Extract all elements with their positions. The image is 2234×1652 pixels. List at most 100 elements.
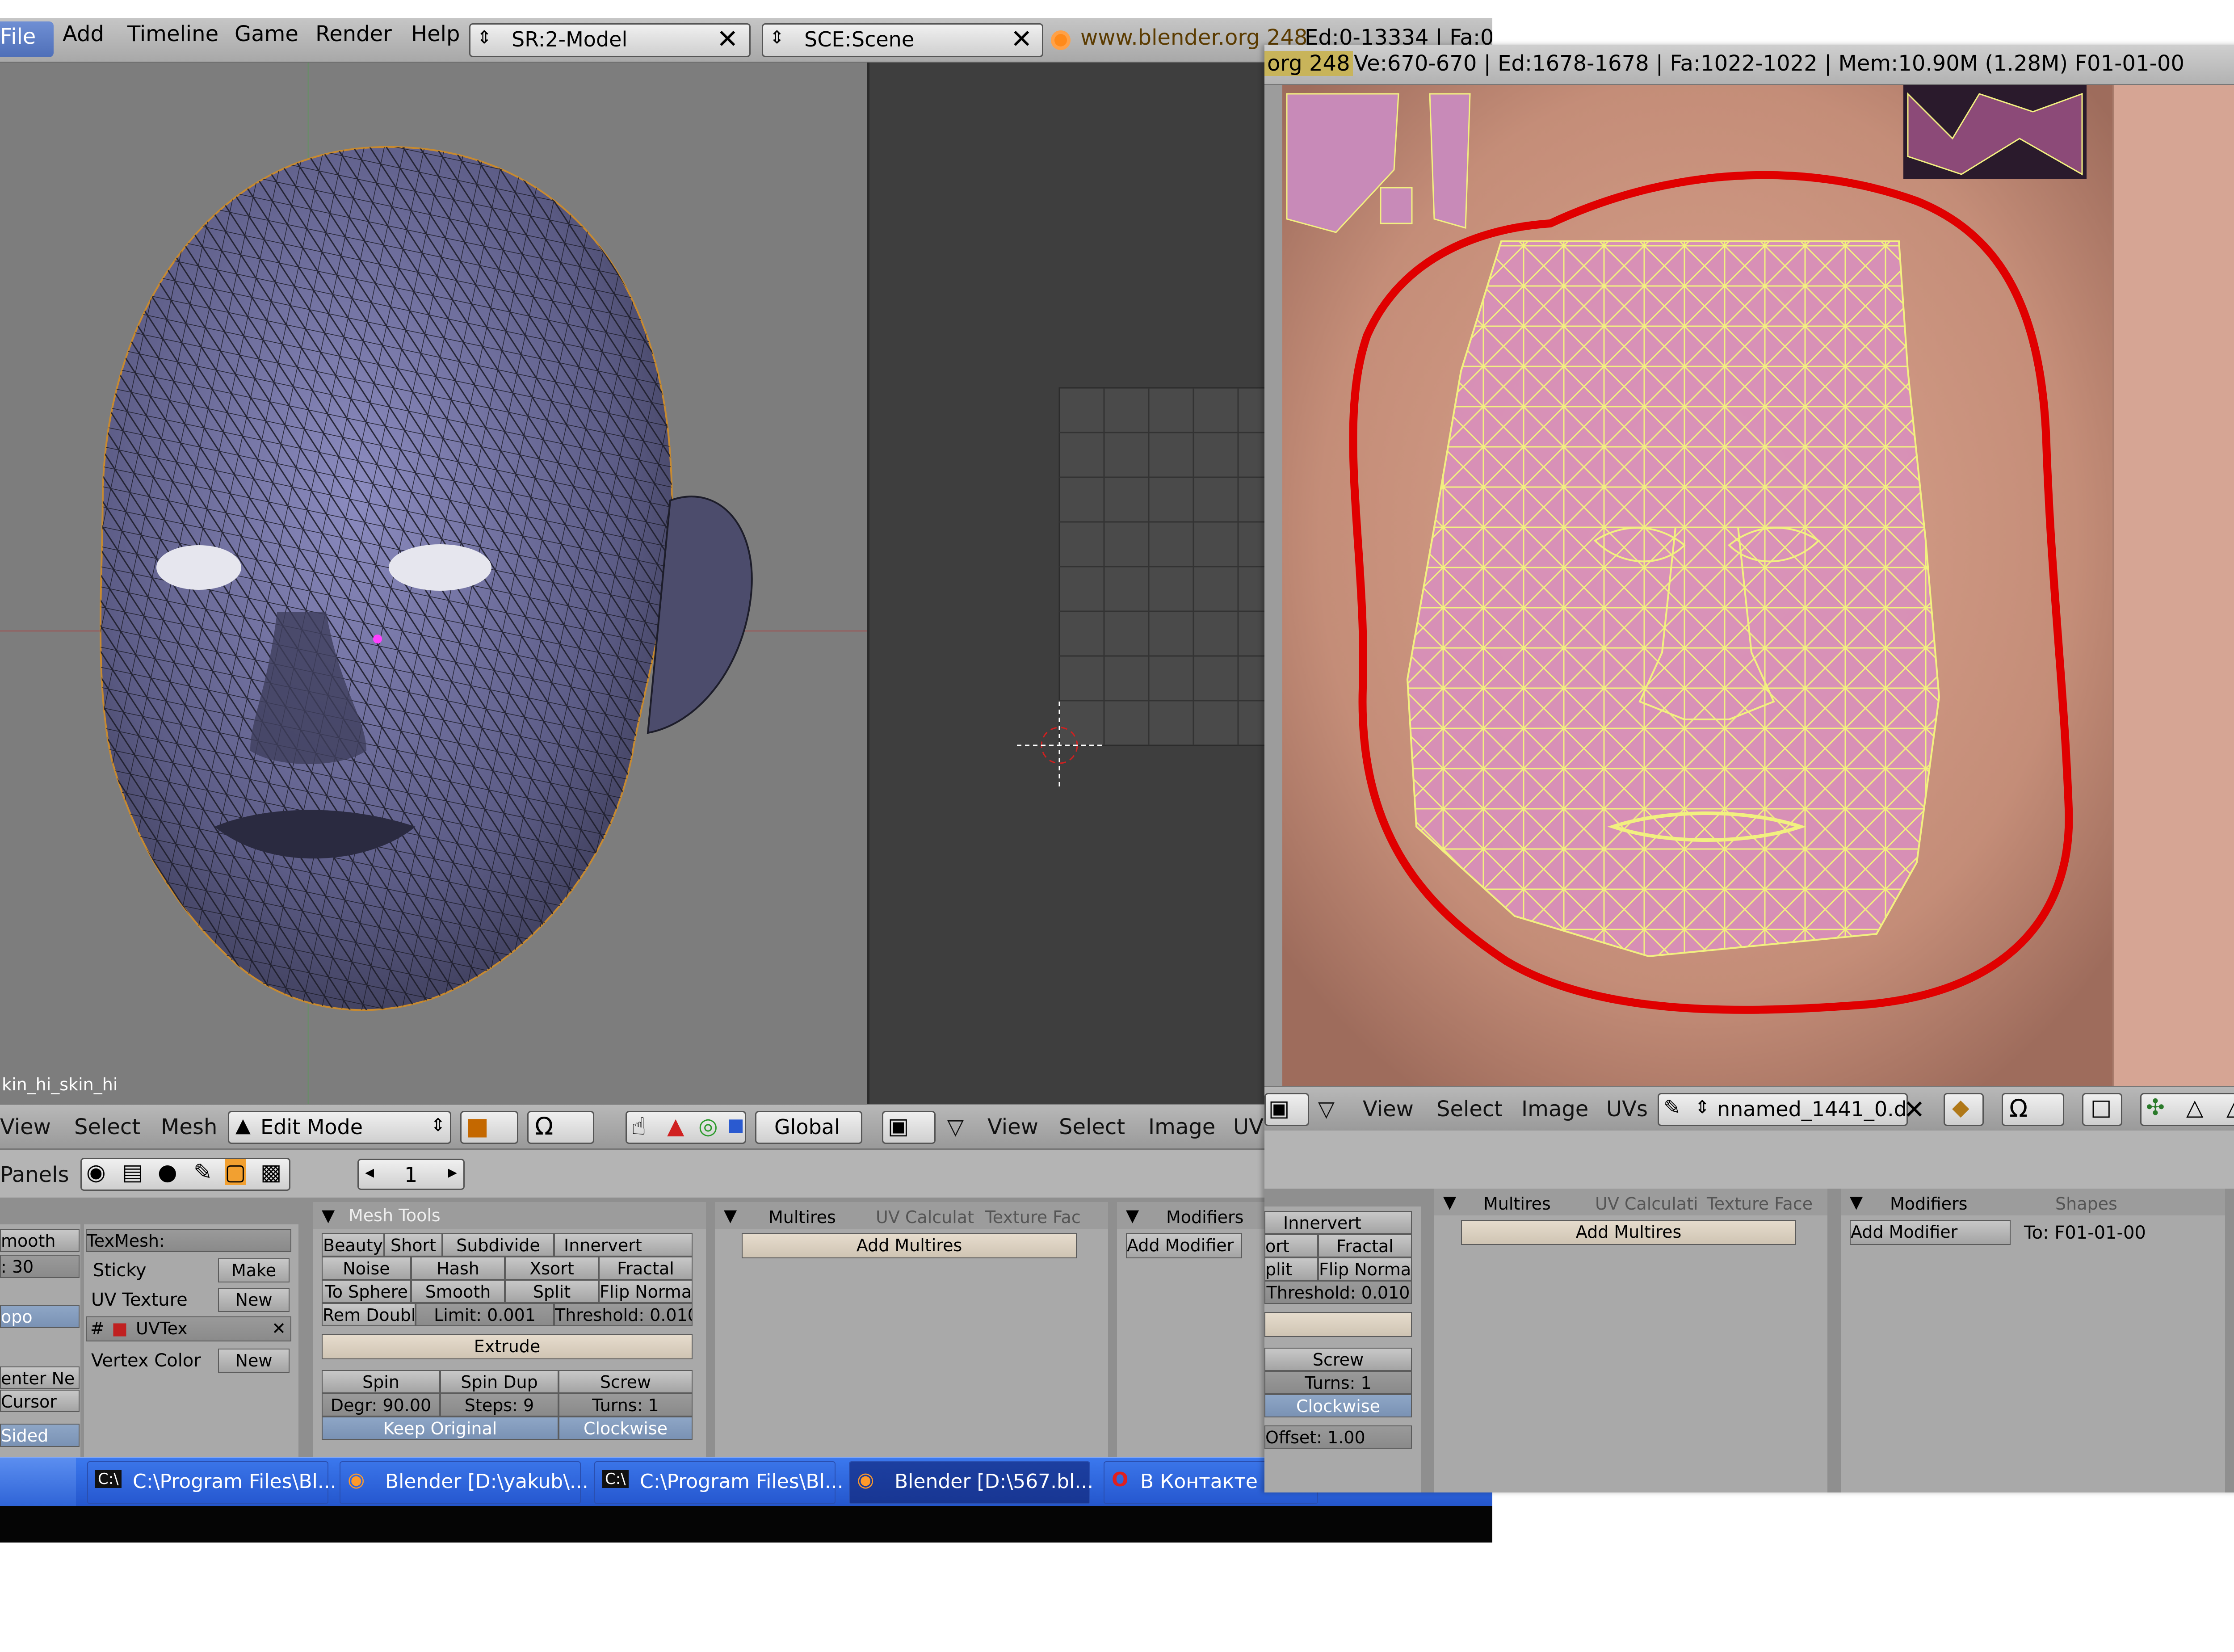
uv-menu-uvs[interactable]: UV xyxy=(1233,1114,1264,1139)
edge-select-icon[interactable]: △ xyxy=(2186,1094,2203,1120)
vertex-color-new-button[interactable]: New xyxy=(218,1349,290,1373)
autosmooth-degr[interactable]: : 30 xyxy=(0,1255,80,1278)
pack-toggle[interactable]: ◆ xyxy=(1944,1093,1984,1126)
scene-icon[interactable]: ▩ xyxy=(260,1159,281,1185)
short-toggle[interactable]: Short xyxy=(384,1233,442,1257)
editing-icon[interactable]: ▢ xyxy=(225,1159,246,1185)
uv-menu-view[interactable]: View xyxy=(1363,1097,1414,1122)
xsort-button[interactable]: Xsort xyxy=(505,1257,599,1280)
tab-uv-calculation[interactable]: UV Calculat xyxy=(876,1207,974,1227)
center-new-button[interactable]: enter Ne xyxy=(0,1366,80,1389)
innervert-menu[interactable]: Innervert xyxy=(554,1233,693,1257)
draw-type-selector[interactable]: ■ xyxy=(460,1111,518,1144)
menu-timeline[interactable]: Timeline xyxy=(127,21,218,46)
screw-button[interactable]: Screw xyxy=(1264,1348,1412,1371)
add-multires-button[interactable]: Add Multires xyxy=(742,1233,1077,1258)
spin-button[interactable]: Spin xyxy=(322,1370,440,1393)
menu-file[interactable]: File xyxy=(0,21,54,57)
taskbar-item-cmd-2[interactable]: C:\ C:\Program Files\Bl... xyxy=(594,1461,844,1504)
uvtex-layer[interactable]: # ■ UVTex ✕ xyxy=(86,1316,291,1341)
translate-icon[interactable]: ▲ xyxy=(667,1113,684,1139)
tab-shapes[interactable]: Shapes xyxy=(2055,1194,2117,1214)
mode-selector[interactable]: ▲ Edit Mode ⇕ xyxy=(228,1111,451,1144)
limit-field[interactable]: Limit: 0.001 xyxy=(416,1303,554,1326)
uv-menu-image[interactable]: Image xyxy=(1148,1114,1215,1139)
orientation-selector[interactable]: Global xyxy=(755,1111,862,1144)
menu-help[interactable]: Help xyxy=(411,21,460,46)
collapse-arrow-icon[interactable]: ▽ xyxy=(1318,1097,1335,1122)
panel-tabs[interactable]: ◉ ▤ ● ✎ ▢ ▩ xyxy=(80,1158,290,1191)
add-modifier-button[interactable]: Add Modifier xyxy=(1126,1233,1242,1258)
prev-arrow-icon[interactable]: ◂ xyxy=(365,1162,374,1182)
tab-multires[interactable]: Multires xyxy=(1483,1194,1551,1214)
flip-normal-button[interactable]: Flip Normal xyxy=(599,1280,693,1303)
pen-icon[interactable]: ✎ xyxy=(1663,1095,1681,1119)
uv-image-editor[interactable] xyxy=(1282,85,2234,1086)
turns-field[interactable]: Turns: 1 xyxy=(558,1393,693,1417)
sticky-make-button[interactable]: Make xyxy=(218,1258,290,1282)
mesh-tools-title-bar[interactable]: ▼ Mesh Tools xyxy=(313,1202,706,1229)
taskbar-item-blender-2[interactable]: ◉ Blender [D:\567.bl... xyxy=(849,1461,1093,1504)
tab-modifiers[interactable]: Modifiers xyxy=(1890,1194,1967,1214)
flip-normal-button[interactable]: Flip Normal xyxy=(1318,1257,1412,1281)
add-multires-button[interactable]: Add Multires xyxy=(1461,1220,1796,1245)
extrude-button-cut[interactable] xyxy=(1264,1312,1412,1337)
collapse-arrow-icon[interactable]: ▼ xyxy=(1443,1192,1456,1212)
editor-type-selector[interactable]: ▣ xyxy=(1264,1093,1309,1126)
logic-icon[interactable]: ◉ xyxy=(86,1159,106,1185)
scale-icon[interactable]: ■ xyxy=(727,1115,744,1135)
uv-menu-select[interactable]: Select xyxy=(1436,1097,1503,1122)
collapse-arrow-icon[interactable]: ▽ xyxy=(947,1114,964,1139)
uv-menu-uvs[interactable]: UVs xyxy=(1606,1097,1648,1122)
script-icon[interactable]: ▤ xyxy=(122,1159,143,1185)
smooth-button[interactable]: mooth xyxy=(0,1229,80,1252)
tab-texture-face[interactable]: Texture Fac xyxy=(985,1207,1081,1227)
menu-add[interactable]: Add xyxy=(63,21,104,46)
fractal-button[interactable]: Fractal xyxy=(1318,1234,1412,1257)
smooth-tool-button[interactable]: Smooth xyxy=(411,1280,505,1303)
keep-original-toggle[interactable]: Keep Original xyxy=(322,1417,558,1440)
scene-selector[interactable]: ⇕ SCE:Scene xyxy=(762,23,1043,57)
fractal-button[interactable]: Fractal xyxy=(599,1257,693,1280)
tab-multires[interactable]: Multires xyxy=(768,1207,836,1227)
snap-toggle[interactable]: Ω xyxy=(2002,1093,2064,1126)
vertex-select-icon[interactable]: ✣ xyxy=(2146,1094,2165,1120)
screen-selector[interactable]: ⇕ SR:2-Model xyxy=(469,23,751,57)
clockwise-toggle[interactable]: Clockwise xyxy=(558,1417,693,1440)
split-button[interactable]: Split xyxy=(505,1280,599,1303)
collapse-arrow-icon[interactable]: ▼ xyxy=(724,1206,737,1225)
add-modifier-button[interactable]: Add Modifier xyxy=(1850,1220,2011,1245)
scene-close-icon[interactable]: ✕ xyxy=(1011,26,1033,52)
to-sphere-button[interactable]: To Sphere xyxy=(322,1280,411,1303)
texmesh-field[interactable]: TexMesh: xyxy=(86,1229,291,1252)
offset-field[interactable]: Offset: 1.00 xyxy=(1264,1425,1412,1449)
next-arrow-icon[interactable]: ▸ xyxy=(448,1162,457,1182)
topo-button[interactable]: opo xyxy=(0,1305,80,1328)
editor-type-selector[interactable]: ▣ xyxy=(882,1111,936,1144)
menu-select[interactable]: Select xyxy=(74,1114,140,1139)
tab-texture-face[interactable]: Texture Face xyxy=(1707,1194,1813,1214)
hand-icon[interactable]: ☝ xyxy=(631,1112,646,1140)
uv-texture-new-button[interactable]: New xyxy=(218,1288,290,1312)
subdivide-button[interactable]: Subdivide xyxy=(442,1233,554,1257)
menu-render[interactable]: Render xyxy=(315,21,392,46)
clockwise-toggle[interactable]: Clockwise xyxy=(1264,1394,1412,1417)
uv-menu-view[interactable]: View xyxy=(987,1114,1038,1139)
remove-layer-icon[interactable]: ✕ xyxy=(272,1317,286,1340)
pivot-selector[interactable]: Ω xyxy=(527,1111,594,1144)
face-select-icon[interactable]: △ xyxy=(2226,1094,2234,1120)
manipulator-toggles[interactable]: ☝ ▲ ◎ ■ xyxy=(626,1111,746,1144)
threshold-field[interactable]: Threshold: 0.010 xyxy=(1264,1281,1412,1304)
uv-select-toggles[interactable]: ✣ △ △ xyxy=(2140,1093,2234,1126)
select-mode-toggle[interactable]: □ xyxy=(2082,1093,2122,1126)
start-area[interactable] xyxy=(0,1458,76,1507)
collapse-arrow-icon[interactable]: ▼ xyxy=(1126,1206,1139,1225)
beauty-toggle[interactable]: Beauty xyxy=(322,1233,384,1257)
taskbar-item-cmd-1[interactable]: C:\ C:\Program Files\Bl... xyxy=(87,1461,336,1504)
uv-menu-image[interactable]: Image xyxy=(1521,1097,1588,1122)
uv-menu-select[interactable]: Select xyxy=(1059,1114,1125,1139)
menu-view[interactable]: View xyxy=(0,1114,51,1139)
tab-modifiers[interactable]: Modifiers xyxy=(1166,1207,1243,1227)
extrude-button[interactable]: Extrude xyxy=(322,1334,693,1359)
menu-game[interactable]: Game xyxy=(235,21,298,46)
